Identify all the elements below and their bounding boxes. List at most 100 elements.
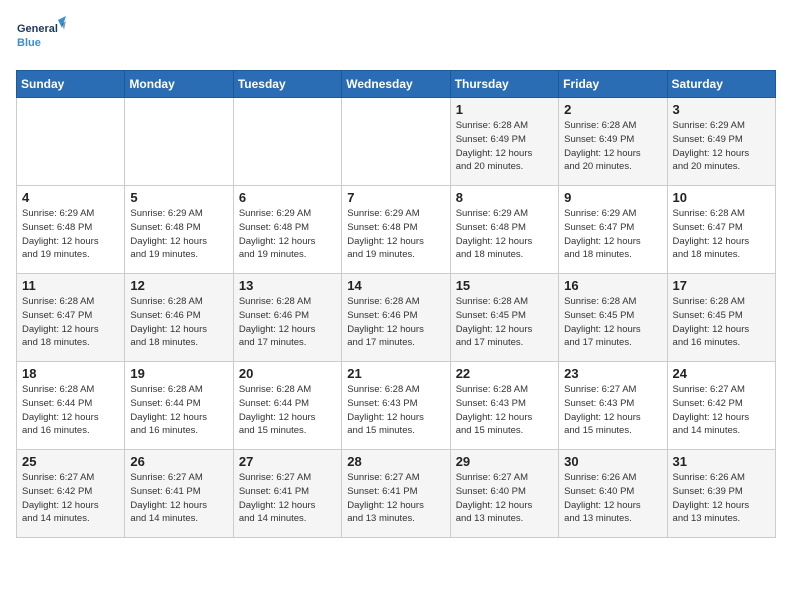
day-number: 10 bbox=[673, 190, 770, 205]
day-number: 16 bbox=[564, 278, 661, 293]
day-number: 7 bbox=[347, 190, 444, 205]
day-cell: 4Sunrise: 6:29 AM Sunset: 6:48 PM Daylig… bbox=[17, 186, 125, 274]
day-info: Sunrise: 6:29 AM Sunset: 6:48 PM Dayligh… bbox=[347, 207, 444, 262]
day-info: Sunrise: 6:28 AM Sunset: 6:45 PM Dayligh… bbox=[673, 295, 770, 350]
day-info: Sunrise: 6:27 AM Sunset: 6:41 PM Dayligh… bbox=[130, 471, 227, 526]
day-number: 27 bbox=[239, 454, 336, 469]
day-info: Sunrise: 6:27 AM Sunset: 6:43 PM Dayligh… bbox=[564, 383, 661, 438]
day-cell: 9 Sunrise: 6:29 AM Sunset: 6:47 PM Daylig… bbox=[559, 186, 667, 274]
day-number: 12 bbox=[130, 278, 227, 293]
day-number: 29 bbox=[456, 454, 553, 469]
day-number: 5 bbox=[130, 190, 227, 205]
day-cell: 18 Sunrise: 6:28 AM Sunset: 6:44 PM Dayli… bbox=[17, 362, 125, 450]
logo-svg: General Blue bbox=[16, 16, 66, 58]
day-number: 25 bbox=[22, 454, 119, 469]
col-header-friday: Friday bbox=[559, 71, 667, 98]
week-row-5: 25 Sunrise: 6:27 AM Sunset: 6:42 PM Dayli… bbox=[17, 450, 776, 538]
day-cell: 5Sunrise: 6:29 AM Sunset: 6:48 PM Daylig… bbox=[125, 186, 233, 274]
day-cell: 20 Sunrise: 6:28 AM Sunset: 6:44 PM Dayli… bbox=[233, 362, 341, 450]
day-cell: 3Sunrise: 6:29 AM Sunset: 6:49 PM Daylig… bbox=[667, 98, 775, 186]
day-cell bbox=[342, 98, 450, 186]
day-info: Sunrise: 6:28 AM Sunset: 6:46 PM Dayligh… bbox=[239, 295, 336, 350]
col-header-saturday: Saturday bbox=[667, 71, 775, 98]
day-cell: 12 Sunrise: 6:28 AM Sunset: 6:46 PM Dayli… bbox=[125, 274, 233, 362]
day-info: Sunrise: 6:28 AM Sunset: 6:47 PM Dayligh… bbox=[673, 207, 770, 262]
day-number: 26 bbox=[130, 454, 227, 469]
day-info: Sunrise: 6:27 AM Sunset: 6:40 PM Dayligh… bbox=[456, 471, 553, 526]
day-cell: 1Sunrise: 6:28 AM Sunset: 6:49 PM Daylig… bbox=[450, 98, 558, 186]
day-number: 18 bbox=[22, 366, 119, 381]
day-cell: 30 Sunrise: 6:26 AM Sunset: 6:40 PM Dayli… bbox=[559, 450, 667, 538]
day-info: Sunrise: 6:29 AM Sunset: 6:48 PM Dayligh… bbox=[22, 207, 119, 262]
day-number: 31 bbox=[673, 454, 770, 469]
day-info: Sunrise: 6:28 AM Sunset: 6:46 PM Dayligh… bbox=[347, 295, 444, 350]
day-number: 9 bbox=[564, 190, 661, 205]
week-row-3: 11 Sunrise: 6:28 AM Sunset: 6:47 PM Dayli… bbox=[17, 274, 776, 362]
day-cell: 28 Sunrise: 6:27 AM Sunset: 6:41 PM Dayli… bbox=[342, 450, 450, 538]
page-header: General Blue bbox=[16, 16, 776, 58]
week-row-4: 18 Sunrise: 6:28 AM Sunset: 6:44 PM Dayli… bbox=[17, 362, 776, 450]
day-info: Sunrise: 6:28 AM Sunset: 6:46 PM Dayligh… bbox=[130, 295, 227, 350]
day-info: Sunrise: 6:28 AM Sunset: 6:45 PM Dayligh… bbox=[564, 295, 661, 350]
day-number: 23 bbox=[564, 366, 661, 381]
day-cell: 11 Sunrise: 6:28 AM Sunset: 6:47 PM Dayli… bbox=[17, 274, 125, 362]
day-info: Sunrise: 6:29 AM Sunset: 6:47 PM Dayligh… bbox=[564, 207, 661, 262]
day-info: Sunrise: 6:26 AM Sunset: 6:40 PM Dayligh… bbox=[564, 471, 661, 526]
day-cell: 23 Sunrise: 6:27 AM Sunset: 6:43 PM Dayli… bbox=[559, 362, 667, 450]
day-cell bbox=[125, 98, 233, 186]
day-info: Sunrise: 6:27 AM Sunset: 6:41 PM Dayligh… bbox=[239, 471, 336, 526]
col-header-tuesday: Tuesday bbox=[233, 71, 341, 98]
day-number: 15 bbox=[456, 278, 553, 293]
svg-text:General: General bbox=[17, 23, 58, 35]
day-number: 22 bbox=[456, 366, 553, 381]
col-header-thursday: Thursday bbox=[450, 71, 558, 98]
day-cell: 10 Sunrise: 6:28 AM Sunset: 6:47 PM Dayli… bbox=[667, 186, 775, 274]
day-number: 28 bbox=[347, 454, 444, 469]
day-info: Sunrise: 6:28 AM Sunset: 6:44 PM Dayligh… bbox=[22, 383, 119, 438]
day-number: 24 bbox=[673, 366, 770, 381]
day-info: Sunrise: 6:28 AM Sunset: 6:44 PM Dayligh… bbox=[130, 383, 227, 438]
day-cell bbox=[17, 98, 125, 186]
day-number: 8 bbox=[456, 190, 553, 205]
day-cell: 2 Sunrise: 6:28 AM Sunset: 6:49 PM Daylig… bbox=[559, 98, 667, 186]
day-info: Sunrise: 6:27 AM Sunset: 6:42 PM Dayligh… bbox=[22, 471, 119, 526]
day-info: Sunrise: 6:27 AM Sunset: 6:42 PM Dayligh… bbox=[673, 383, 770, 438]
day-info: Sunrise: 6:29 AM Sunset: 6:48 PM Dayligh… bbox=[456, 207, 553, 262]
day-cell: 31Sunrise: 6:26 AM Sunset: 6:39 PM Dayli… bbox=[667, 450, 775, 538]
day-info: Sunrise: 6:28 AM Sunset: 6:44 PM Dayligh… bbox=[239, 383, 336, 438]
day-number: 11 bbox=[22, 278, 119, 293]
day-cell: 7 Sunrise: 6:29 AM Sunset: 6:48 PM Daylig… bbox=[342, 186, 450, 274]
day-info: Sunrise: 6:29 AM Sunset: 6:48 PM Dayligh… bbox=[239, 207, 336, 262]
day-cell: 25 Sunrise: 6:27 AM Sunset: 6:42 PM Dayli… bbox=[17, 450, 125, 538]
day-cell: 21 Sunrise: 6:28 AM Sunset: 6:43 PM Dayli… bbox=[342, 362, 450, 450]
day-cell: 29 Sunrise: 6:27 AM Sunset: 6:40 PM Dayli… bbox=[450, 450, 558, 538]
day-number: 6 bbox=[239, 190, 336, 205]
day-number: 17 bbox=[673, 278, 770, 293]
day-number: 2 bbox=[564, 102, 661, 117]
day-number: 21 bbox=[347, 366, 444, 381]
day-cell: 19Sunrise: 6:28 AM Sunset: 6:44 PM Dayli… bbox=[125, 362, 233, 450]
day-cell: 27 Sunrise: 6:27 AM Sunset: 6:41 PM Dayli… bbox=[233, 450, 341, 538]
day-info: Sunrise: 6:28 AM Sunset: 6:45 PM Dayligh… bbox=[456, 295, 553, 350]
day-info: Sunrise: 6:28 AM Sunset: 6:47 PM Dayligh… bbox=[22, 295, 119, 350]
col-header-monday: Monday bbox=[125, 71, 233, 98]
day-cell: 6 Sunrise: 6:29 AM Sunset: 6:48 PM Daylig… bbox=[233, 186, 341, 274]
col-header-wednesday: Wednesday bbox=[342, 71, 450, 98]
day-number: 20 bbox=[239, 366, 336, 381]
day-cell: 26 Sunrise: 6:27 AM Sunset: 6:41 PM Dayli… bbox=[125, 450, 233, 538]
day-info: Sunrise: 6:27 AM Sunset: 6:41 PM Dayligh… bbox=[347, 471, 444, 526]
day-number: 30 bbox=[564, 454, 661, 469]
day-number: 13 bbox=[239, 278, 336, 293]
day-cell bbox=[233, 98, 341, 186]
week-row-1: 1Sunrise: 6:28 AM Sunset: 6:49 PM Daylig… bbox=[17, 98, 776, 186]
logo: General Blue bbox=[16, 16, 66, 58]
day-cell: 14Sunrise: 6:28 AM Sunset: 6:46 PM Dayli… bbox=[342, 274, 450, 362]
day-info: Sunrise: 6:28 AM Sunset: 6:49 PM Dayligh… bbox=[564, 119, 661, 174]
calendar-header: SundayMondayTuesdayWednesdayThursdayFrid… bbox=[17, 71, 776, 98]
svg-text:Blue: Blue bbox=[17, 37, 41, 49]
day-cell: 22Sunrise: 6:28 AM Sunset: 6:43 PM Dayli… bbox=[450, 362, 558, 450]
day-number: 3 bbox=[673, 102, 770, 117]
day-cell: 13 Sunrise: 6:28 AM Sunset: 6:46 PM Dayli… bbox=[233, 274, 341, 362]
day-info: Sunrise: 6:28 AM Sunset: 6:43 PM Dayligh… bbox=[347, 383, 444, 438]
day-cell: 15 Sunrise: 6:28 AM Sunset: 6:45 PM Dayli… bbox=[450, 274, 558, 362]
